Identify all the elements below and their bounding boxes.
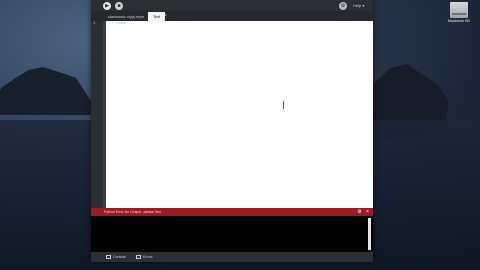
settings-icon[interactable]: ⚙ <box>357 209 362 215</box>
stop-icon: ■ <box>117 3 121 9</box>
stop-button[interactable]: ■ <box>115 2 123 10</box>
console-header: Python Error No Output - please find ⚙ × <box>91 208 373 216</box>
list-icon <box>136 255 141 259</box>
terminal-icon <box>106 255 111 259</box>
play-icon: ▶ <box>105 3 109 9</box>
title-bar: ▶ ■ ⚙ Help ▾ <box>91 0 373 11</box>
island-left <box>0 67 100 115</box>
desktop-drive-icon[interactable]: Macintosh HD <box>444 0 474 28</box>
run-button[interactable]: ▶ <box>103 2 111 10</box>
footer-bar: Console Errors <box>91 252 373 262</box>
console-output[interactable] <box>91 216 373 252</box>
tab-test[interactable]: Test <box>148 12 166 21</box>
tab-bar: classwork.myjs.mpa Test × <box>91 11 373 21</box>
errors-label: Errors <box>143 255 153 259</box>
text-caret <box>283 101 284 109</box>
ide-window: ▶ ■ ⚙ Help ▾ classwork.myjs.mpa Test × 1… <box>91 0 373 262</box>
gear-icon: ⚙ <box>340 3 346 9</box>
drive-label: Macintosh HD <box>448 19 470 23</box>
code-editor[interactable] <box>106 21 373 208</box>
code-line[interactable]: // code <box>109 22 126 26</box>
line-number: 1 <box>93 22 96 26</box>
help-menu[interactable]: Help ▾ <box>353 2 364 9</box>
settings-button[interactable]: ⚙ <box>339 2 347 10</box>
errors-toggle-button[interactable]: Errors <box>135 254 156 260</box>
tab-close-icon[interactable]: × <box>164 12 167 21</box>
tab-classwork[interactable]: classwork.myjs.mpa <box>103 12 149 21</box>
console-title: Python Error No Output - please find <box>104 210 161 214</box>
hard-drive-icon <box>450 2 468 18</box>
console-label: Console <box>113 255 126 259</box>
close-icon[interactable]: × <box>365 209 370 215</box>
console-scrollbar[interactable] <box>368 218 371 250</box>
console-toggle-button[interactable]: Console <box>105 254 129 260</box>
line-gutter <box>91 21 103 208</box>
